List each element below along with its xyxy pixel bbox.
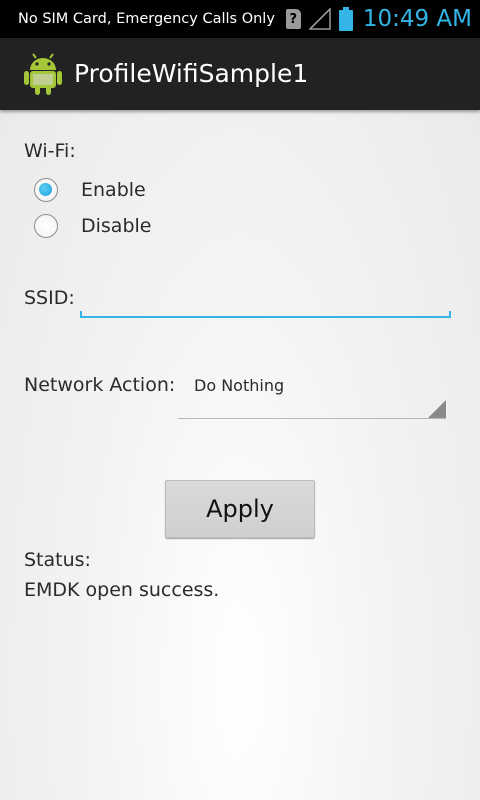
wifi-label: Wi-Fi:	[24, 140, 76, 162]
network-action-selected: Do Nothing	[194, 376, 285, 395]
app-title: ProfileWifiSample1	[74, 59, 309, 88]
status-icons: ? 10:49 AM	[285, 0, 472, 38]
clock: 10:49 AM	[362, 6, 472, 32]
network-action-spinner[interactable]: Do Nothing	[178, 364, 448, 419]
spinner-arrow-icon	[428, 400, 446, 418]
signal-icon	[308, 8, 331, 30]
ssid-underline	[80, 316, 451, 318]
carrier-text: No SIM Card, Emergency Calls Only	[18, 11, 275, 27]
radio-disable-label: Disable	[81, 215, 152, 237]
action-bar: ProfileWifiSample1	[0, 38, 480, 110]
status-message: EMDK open success.	[24, 579, 220, 601]
ssid-input[interactable]	[80, 286, 450, 318]
ssid-label: SSID:	[24, 287, 75, 309]
battery-icon	[338, 7, 353, 31]
status-label: Status:	[24, 549, 91, 571]
radio-enable[interactable]: Enable	[34, 178, 146, 202]
spinner-underline	[178, 418, 446, 419]
apply-button[interactable]: Apply	[165, 480, 315, 538]
android-app-icon	[24, 53, 62, 95]
network-action-label: Network Action:	[24, 374, 176, 396]
radio-disable[interactable]: Disable	[34, 214, 151, 238]
ssid-underline-right-tick	[449, 311, 451, 318]
sim-missing-icon: ?	[285, 9, 301, 29]
radio-enable-label: Enable	[81, 179, 146, 201]
ssid-underline-left-tick	[80, 311, 82, 318]
sim-icon-glyph: ?	[289, 11, 298, 27]
radio-disable-button[interactable]	[34, 214, 58, 238]
status-bar: No SIM Card, Emergency Calls Only ? 10:4…	[0, 0, 480, 38]
radio-enable-button[interactable]	[34, 178, 58, 202]
